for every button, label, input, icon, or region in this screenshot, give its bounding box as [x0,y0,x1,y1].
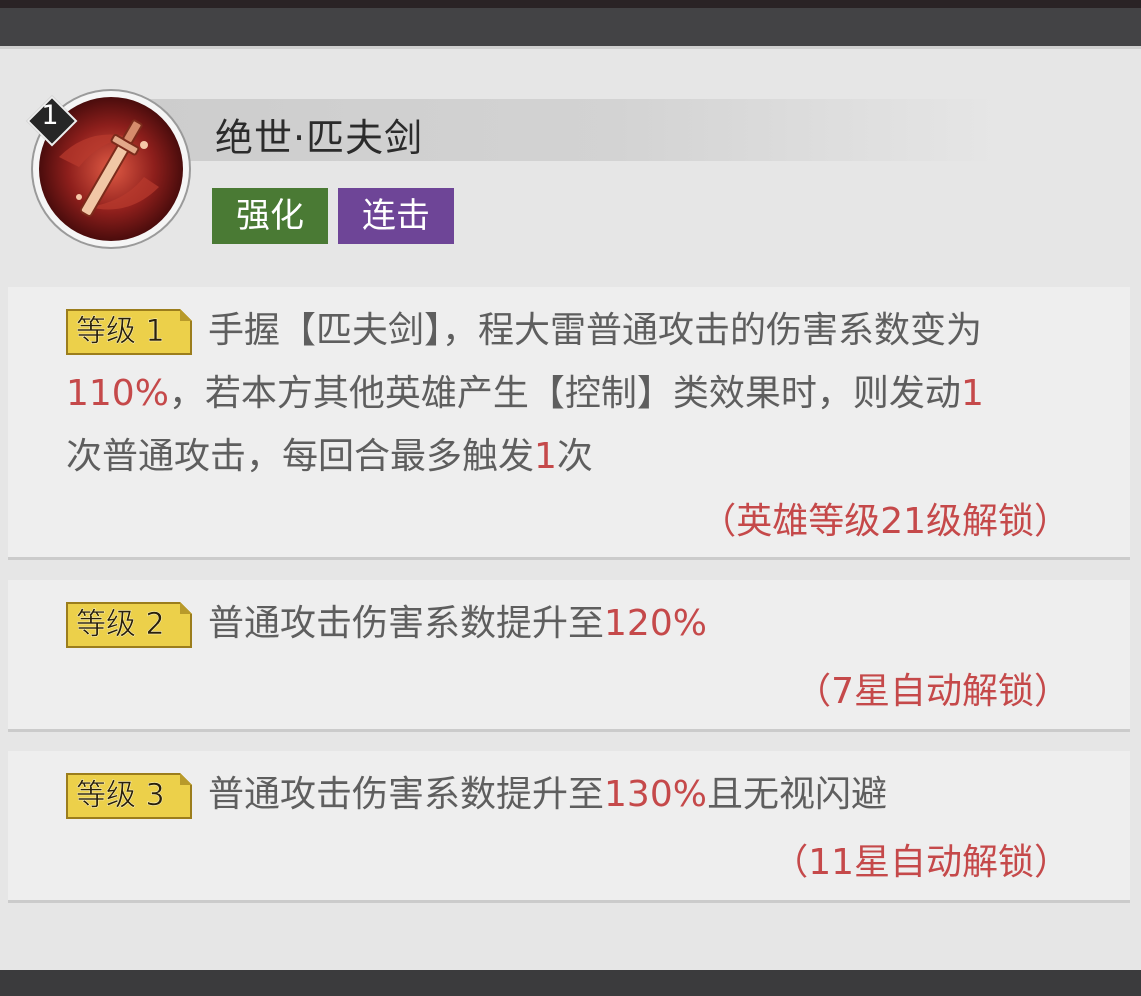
level-1-desc-line-3: 次普通攻击，每回合最多触发1次 [66,436,593,477]
level-1-desc-line-2: 110%，若本方其他英雄产生【控制】类效果时，则发动1 [66,373,984,414]
level-card-2: 等级 2 普通攻击伤害系数提升至120% （7星自动解锁） [8,580,1130,732]
level-badge-2: 等级 2 [66,602,192,648]
level-3-unlock-condition: （11星自动解锁） [772,842,1070,883]
level-card-1: 等级 1 手握【匹夫剑】，程大雷普通攻击的伤害系数变为 110%，若本方其他英雄… [8,287,1130,560]
diamond-level-icon: 1 [26,95,78,147]
level-2-desc: 普通攻击伤害系数提升至120% [208,603,707,644]
top-bar [0,8,1141,46]
skill-title: 绝世·匹夫剑 [215,116,424,160]
level-3-desc: 普通攻击伤害系数提升至130%且无视闪避 [208,774,887,815]
skill-detail-panel: 绝世·匹夫剑 1 强化 连击 等级 1 手握【匹夫剑】，程大雷普通攻击的伤害系数… [0,46,1141,970]
level-2-unlock-condition: （7星自动解锁） [795,671,1070,712]
tag-enhance: 强化 [212,188,328,244]
level-1-unlock-condition: （英雄等级21级解锁） [700,501,1070,542]
level-badge-3: 等级 3 [66,773,192,819]
bottom-bar [0,970,1141,996]
level-card-3: 等级 3 普通攻击伤害系数提升至130%且无视闪避 （11星自动解锁） [8,751,1130,903]
level-1-desc-line-1: 手握【匹夫剑】，程大雷普通攻击的伤害系数变为 [208,310,983,351]
top-strip [0,0,1141,8]
skill-level-number: 1 [41,100,59,131]
tag-combo: 连击 [338,188,454,244]
level-badge-1: 等级 1 [66,309,192,355]
